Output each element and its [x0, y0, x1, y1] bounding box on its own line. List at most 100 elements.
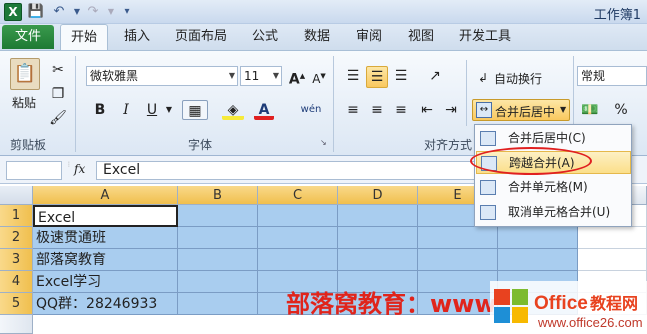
row-header[interactable]: 4: [0, 271, 33, 293]
menu-item-merge-center[interactable]: 合并后居中(C): [476, 127, 631, 150]
row-header[interactable]: 5: [0, 293, 33, 315]
tab-page-layout[interactable]: 页面布局: [168, 24, 234, 50]
accounting-format-icon[interactable]: 💵: [578, 100, 602, 122]
chevron-down-icon: ▼: [228, 71, 235, 80]
cell[interactable]: [178, 271, 258, 293]
align-right-icon[interactable]: ≡: [390, 100, 412, 122]
percent-style-button[interactable]: %: [610, 100, 632, 122]
merge-center-button[interactable]: ↔ 合并后居中 ▼: [472, 99, 570, 121]
copy-icon[interactable]: ❐: [48, 84, 68, 104]
column-header[interactable]: C: [258, 186, 338, 205]
format-painter-icon[interactable]: 🖌: [48, 108, 68, 128]
cell[interactable]: [178, 293, 258, 315]
font-size-combo[interactable]: 11 ▼: [240, 66, 282, 86]
cell-a5[interactable]: QQ群：28246933: [33, 293, 178, 315]
alignment-group-label: 对齐方式: [424, 138, 473, 152]
column-header[interactable]: A: [33, 186, 178, 205]
row-header[interactable]: [0, 315, 33, 334]
tab-review[interactable]: 审阅: [348, 24, 390, 50]
tab-formulas[interactable]: 公式: [244, 24, 286, 50]
column-header[interactable]: B: [178, 186, 258, 205]
font-name-combo[interactable]: 微软雅黑 ▼: [86, 66, 238, 86]
row-header[interactable]: 1: [0, 205, 33, 227]
wrap-text-button[interactable]: 自动换行: [494, 70, 542, 87]
cell[interactable]: [178, 205, 258, 227]
office-logo-icon: Office 教程网 www.office26.com: [490, 281, 647, 334]
redo-icon[interactable]: ↷: [84, 3, 102, 21]
cell[interactable]: [258, 205, 338, 227]
menu-item-merge-cells[interactable]: 合并单元格(M): [476, 176, 631, 199]
cell[interactable]: [258, 227, 338, 249]
cell[interactable]: [338, 227, 418, 249]
clipboard-group-label: 剪贴板: [10, 138, 47, 152]
align-middle-icon[interactable]: ☰: [366, 66, 388, 88]
cell[interactable]: [578, 227, 647, 249]
italic-button[interactable]: I: [116, 100, 136, 120]
cell[interactable]: [178, 249, 258, 271]
tab-developer[interactable]: 开发工具: [452, 24, 518, 50]
customize-qat-icon[interactable]: ▾: [118, 3, 136, 21]
select-all-corner[interactable]: [0, 186, 33, 205]
shrink-font-button[interactable]: A▼: [310, 66, 328, 86]
font-name-value: 微软雅黑: [90, 69, 139, 83]
cell[interactable]: [418, 227, 498, 249]
tab-insert[interactable]: 插入: [116, 24, 158, 50]
decrease-indent-icon[interactable]: ⇤: [416, 100, 438, 122]
align-center-icon[interactable]: ≡: [366, 100, 388, 122]
cell[interactable]: [258, 249, 338, 271]
tab-home[interactable]: 开始: [60, 24, 108, 50]
align-left-icon[interactable]: ≡: [342, 100, 364, 122]
grow-font-button[interactable]: A▲: [288, 66, 306, 88]
undo-icon[interactable]: ↶: [50, 3, 68, 21]
align-bottom-icon[interactable]: ☰: [390, 66, 412, 88]
group-separator: [333, 56, 334, 152]
number-format-combo[interactable]: 常规: [577, 66, 647, 86]
insert-function-icon[interactable]: fx: [74, 162, 85, 176]
cell[interactable]: [338, 205, 418, 227]
cut-icon[interactable]: ✂: [48, 60, 68, 80]
tab-file[interactable]: 文件: [2, 25, 54, 49]
paste-button-label[interactable]: 粘贴: [12, 94, 36, 111]
cell[interactable]: [498, 227, 578, 249]
merge-center-icon: [480, 131, 496, 146]
cell[interactable]: [338, 249, 418, 271]
phonetic-guide-button[interactable]: wén: [298, 100, 324, 120]
menu-item-unmerge-cells[interactable]: 取消单元格合并(U): [476, 201, 631, 224]
font-color-button[interactable]: A: [254, 100, 274, 120]
row-header[interactable]: 2: [0, 227, 33, 249]
group-separator: [466, 60, 467, 126]
tab-view[interactable]: 视图: [400, 24, 442, 50]
paste-icon[interactable]: 📋: [10, 58, 40, 90]
chevron-down-icon[interactable]: ▼: [560, 105, 566, 114]
row-header[interactable]: 3: [0, 249, 33, 271]
name-box[interactable]: [6, 161, 62, 180]
wrap-text-icon[interactable]: ↲: [474, 68, 492, 86]
cell[interactable]: [498, 249, 578, 271]
resize-handle-icon[interactable]: ⋮: [66, 161, 72, 168]
cell[interactable]: [578, 249, 647, 271]
number-format-value: 常规: [581, 69, 606, 83]
formula-input[interactable]: Excel: [96, 161, 476, 180]
borders-icon[interactable]: ▦: [182, 100, 208, 120]
fill-color-icon[interactable]: ◈: [222, 100, 244, 120]
column-header[interactable]: D: [338, 186, 418, 205]
cell-a1[interactable]: Excel: [33, 205, 178, 227]
align-top-icon[interactable]: ☰: [342, 66, 364, 88]
chevron-down-icon[interactable]: ▼: [164, 100, 174, 120]
tab-data[interactable]: 数据: [296, 24, 338, 50]
save-icon[interactable]: 💾: [27, 3, 45, 21]
svg-text:教程网: 教程网: [590, 294, 638, 313]
cell[interactable]: [178, 227, 258, 249]
group-separator: [75, 56, 76, 152]
cell-a2[interactable]: 极速贯通班: [33, 227, 178, 249]
chevron-down-icon: ▼: [272, 71, 279, 80]
increase-indent-icon[interactable]: ⇥: [440, 100, 462, 122]
orientation-icon[interactable]: ↗: [422, 66, 448, 88]
underline-button[interactable]: U: [142, 100, 162, 120]
cell-a4[interactable]: Excel学习: [33, 271, 178, 293]
merge-cells-icon: ↔: [476, 102, 492, 118]
dialog-launcher-icon[interactable]: ↘: [320, 138, 327, 147]
cell[interactable]: [418, 249, 498, 271]
bold-button[interactable]: B: [90, 100, 110, 120]
cell-a3[interactable]: 部落窝教育: [33, 249, 178, 271]
